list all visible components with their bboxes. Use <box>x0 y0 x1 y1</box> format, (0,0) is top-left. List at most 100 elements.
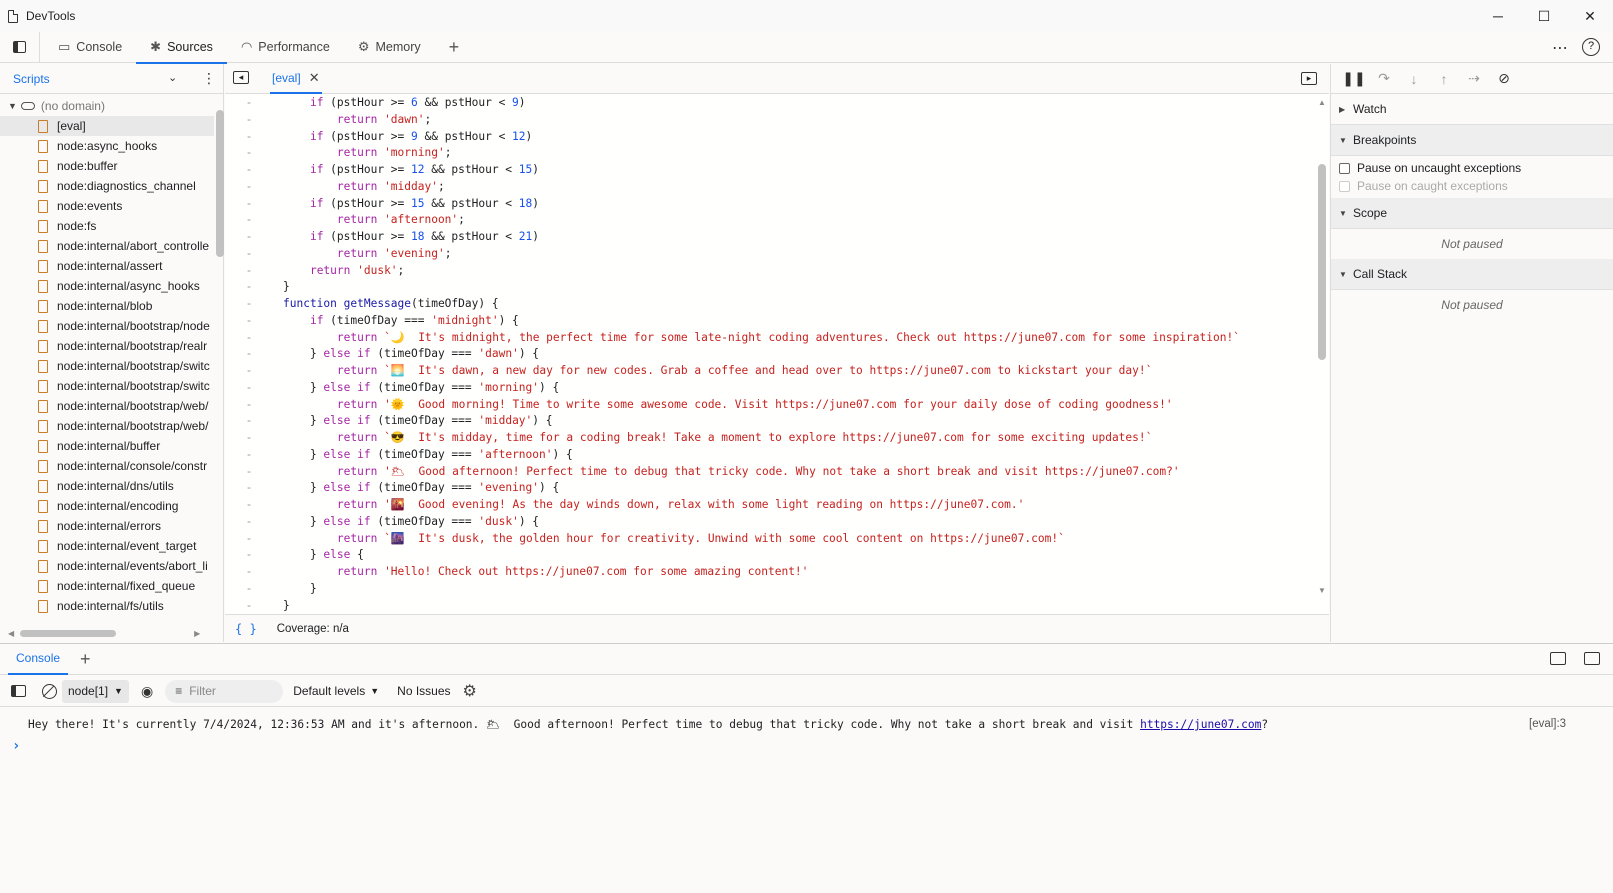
line-gutter[interactable]: - <box>225 296 273 313</box>
toggle-navigator-icon[interactable]: ◂ <box>233 71 249 84</box>
code-line[interactable]: - return `🌙 It's midnight, the perfect t… <box>225 330 1317 347</box>
tab-eval[interactable]: [eval] ✕ <box>270 64 322 94</box>
minimize-button[interactable]: ─ <box>1475 0 1521 32</box>
editor-scrollbar[interactable] <box>1318 164 1326 360</box>
tree-file-item[interactable]: node:internal/async_hooks <box>0 276 214 296</box>
step-into-icon[interactable]: ↓ <box>1399 71 1429 87</box>
tree-file-item[interactable]: node:internal/inspector_async <box>0 616 214 618</box>
line-gutter[interactable]: - <box>225 447 273 464</box>
code-line[interactable]: - return `😎 It's midday, time for a codi… <box>225 430 1317 447</box>
tree-file-item[interactable]: node:internal/bootstrap/node <box>0 316 214 336</box>
pause-uncaught-checkbox[interactable]: Pause on uncaught exceptions <box>1331 159 1613 177</box>
console-output[interactable]: Hey there! It's currently 7/4/2024, 12:3… <box>0 708 1613 893</box>
close-tab-icon[interactable]: ✕ <box>309 70 320 86</box>
tree-file-item[interactable]: node:internal/errors <box>0 516 214 536</box>
scripts-tab[interactable]: Scripts <box>13 72 50 86</box>
line-gutter[interactable]: - <box>225 514 273 531</box>
message-link[interactable]: https://june07.com <box>1140 718 1261 731</box>
tab-memory[interactable]: ⚙ Memory <box>344 32 435 63</box>
code-line[interactable]: - if (pstHour >= 9 && pstHour < 12) <box>225 129 1317 146</box>
issues-counter[interactable]: No Issues <box>397 684 450 698</box>
code-line[interactable]: - function getMessage(timeOfDay) { <box>225 296 1317 313</box>
line-gutter[interactable]: - <box>225 246 273 263</box>
line-gutter[interactable]: - <box>225 430 273 447</box>
line-gutter[interactable]: - <box>225 397 273 414</box>
toggle-drawer-icon[interactable] <box>0 31 40 63</box>
line-gutter[interactable]: - <box>225 313 273 330</box>
line-gutter[interactable]: - <box>225 129 273 146</box>
deactivate-breakpoints-icon[interactable]: ⊘ <box>1489 70 1519 87</box>
context-select[interactable]: node[1] ▼ <box>62 679 129 703</box>
breakpoints-header[interactable]: ▼ Breakpoints <box>1331 125 1613 156</box>
code-line[interactable]: - if (pstHour >= 15 && pstHour < 18) <box>225 196 1317 213</box>
clear-console-icon[interactable] <box>42 683 57 699</box>
console-settings-icon[interactable]: ⚙ <box>463 681 477 701</box>
maximize-button[interactable]: ☐ <box>1521 0 1567 32</box>
code-line[interactable]: - } else { <box>225 547 1317 564</box>
line-gutter[interactable]: - <box>225 346 273 363</box>
tree-file-item[interactable]: node:internal/assert <box>0 256 214 276</box>
code-line[interactable]: - return 'morning'; <box>225 145 1317 162</box>
code-line[interactable]: - if (pstHour >= 6 && pstHour < 9) <box>225 95 1317 112</box>
tree-file-item[interactable]: node:internal/buffer <box>0 436 214 456</box>
line-gutter[interactable]: - <box>225 263 273 280</box>
tree-file-item[interactable]: node:internal/encoding <box>0 496 214 516</box>
tree-file-item[interactable]: node:internal/abort_controlle <box>0 236 214 256</box>
code-line[interactable]: - return 'afternoon'; <box>225 212 1317 229</box>
tree-file-item[interactable]: node:internal/bootstrap/realr <box>0 336 214 356</box>
tab-performance[interactable]: ◠ Performance <box>227 32 344 63</box>
code-line[interactable]: - } else if (timeOfDay === 'dusk') { <box>225 514 1317 531</box>
toggle-debugger-icon[interactable]: ▸ <box>1301 72 1317 85</box>
tab-console[interactable]: ▭ Console <box>44 32 136 63</box>
tree-file-item[interactable]: node:internal/console/constr <box>0 456 214 476</box>
eye-icon[interactable]: ◉ <box>141 683 153 700</box>
code-lines[interactable]: - if (pstHour >= 6 && pstHour < 9) - retu… <box>225 95 1317 613</box>
code-line[interactable]: - } <box>225 581 1317 598</box>
line-gutter[interactable]: - <box>225 162 273 179</box>
tree-file-item[interactable]: node:fs <box>0 216 214 236</box>
dock-icon[interactable] <box>1550 652 1566 665</box>
tree-file-item[interactable]: node:internal/fs/utils <box>0 596 214 616</box>
line-gutter[interactable]: - <box>225 95 273 112</box>
code-line[interactable]: - if (pstHour >= 18 && pstHour < 21) <box>225 229 1317 246</box>
code-line[interactable]: - return 'dawn'; <box>225 112 1317 129</box>
filter-input[interactable]: ≡ Filter <box>165 679 284 703</box>
tree-file-item[interactable]: node:internal/bootstrap/switc <box>0 376 214 396</box>
tree-file-item[interactable]: node:internal/bootstrap/switc <box>0 356 214 376</box>
close-drawer-icon[interactable] <box>1584 652 1600 665</box>
code-line[interactable]: - } else if (timeOfDay === 'morning') { <box>225 380 1317 397</box>
code-line[interactable]: - return '🌥 Good afternoon! Perfect time… <box>225 464 1317 481</box>
more-vert-icon[interactable]: ⋮ <box>202 70 216 87</box>
code-line[interactable]: - } else if (timeOfDay === 'evening') { <box>225 480 1317 497</box>
code-line[interactable]: - return 'evening'; <box>225 246 1317 263</box>
tree-file-item[interactable]: node:internal/fixed_queue <box>0 576 214 596</box>
tree-file-item[interactable]: node:internal/events/abort_li <box>0 556 214 576</box>
line-gutter[interactable]: - <box>225 112 273 129</box>
console-prompt[interactable]: › <box>12 738 20 754</box>
pause-icon[interactable]: ❚❚ <box>1339 70 1369 87</box>
line-gutter[interactable]: - <box>225 380 273 397</box>
line-gutter[interactable]: - <box>225 464 273 481</box>
code-line[interactable]: - } else if (timeOfDay === 'midday') { <box>225 413 1317 430</box>
line-gutter[interactable]: - <box>225 564 273 581</box>
tree-file-item[interactable]: node:events <box>0 196 214 216</box>
step-over-icon[interactable]: ↷ <box>1369 70 1399 87</box>
tree-file-item[interactable]: node:buffer <box>0 156 214 176</box>
tree-domain[interactable]: ▼ (no domain) <box>0 96 214 116</box>
sidebar-h-scrollbar[interactable]: ◀ ▶ <box>0 624 214 642</box>
step-icon[interactable]: ⇢ <box>1459 70 1489 87</box>
line-gutter[interactable]: - <box>225 212 273 229</box>
code-line[interactable]: - return `🌅 It's dawn, a new day for new… <box>225 363 1317 380</box>
line-gutter[interactable]: - <box>225 363 273 380</box>
add-tab-button[interactable]: + <box>435 32 474 63</box>
close-window-button[interactable]: ✕ <box>1567 0 1613 32</box>
levels-select[interactable]: Default levels ▼ <box>293 684 379 698</box>
drawer-add-tab-button[interactable]: + <box>80 649 91 670</box>
tree-file-item[interactable]: node:diagnostics_channel <box>0 176 214 196</box>
step-out-icon[interactable]: ↑ <box>1429 71 1459 87</box>
code-line[interactable]: - if (pstHour >= 12 && pstHour < 15) <box>225 162 1317 179</box>
code-line[interactable]: -} <box>225 598 1317 614</box>
tab-sources[interactable]: ✱ Sources <box>136 32 227 64</box>
code-line[interactable]: - return 'Hello! Check out https://june0… <box>225 564 1317 581</box>
tree-file-item[interactable]: node:internal/event_target <box>0 536 214 556</box>
